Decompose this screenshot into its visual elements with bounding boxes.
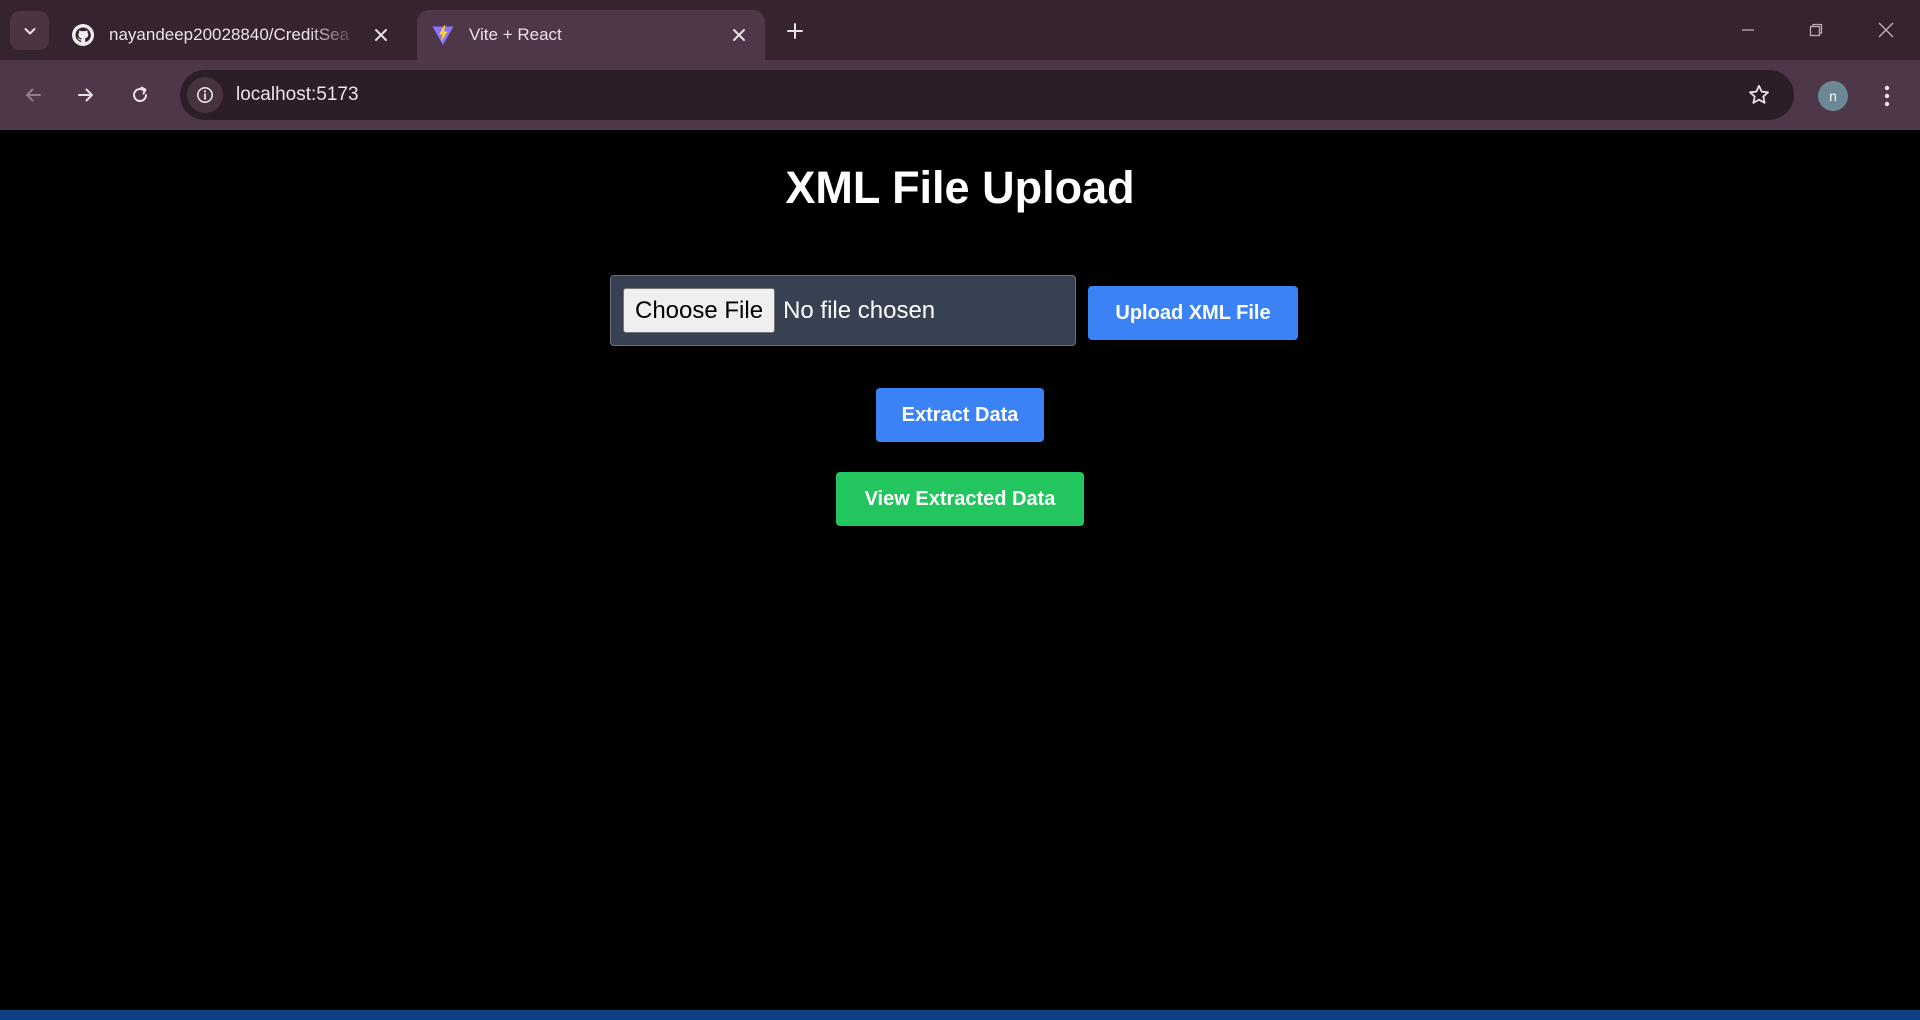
chevron-down-icon <box>22 23 38 39</box>
choose-file-button[interactable]: Choose File <box>623 288 776 333</box>
tab-title: Vite + React <box>469 25 562 44</box>
bookmark-button[interactable] <box>1746 82 1772 108</box>
arrow-right-icon <box>76 85 96 105</box>
star-icon <box>1747 83 1771 107</box>
minimize-icon <box>1740 22 1756 38</box>
url-text[interactable]: localhost:5173 <box>236 84 359 106</box>
new-tab-button[interactable] <box>780 16 810 46</box>
xml-file-input[interactable]: Choose File No file chosen <box>610 275 1076 346</box>
vite-icon <box>431 23 455 47</box>
close-icon <box>1877 21 1895 39</box>
github-icon <box>71 23 95 47</box>
close-tab-icon[interactable] <box>725 21 753 49</box>
tab-github[interactable]: nayandeep20028840/CreditSea <box>57 10 407 60</box>
browser-menu-button[interactable] <box>1872 80 1902 112</box>
file-status-text: No file chosen <box>783 296 936 324</box>
reload-icon <box>130 85 150 105</box>
arrow-left-icon <box>23 85 43 105</box>
upload-xml-button[interactable]: Upload XML File <box>1088 286 1298 340</box>
site-info-button[interactable] <box>187 77 223 113</box>
restore-icon <box>1808 22 1824 38</box>
reload-button[interactable] <box>122 77 158 113</box>
forward-button[interactable] <box>68 77 104 113</box>
page-title: XML File Upload <box>785 162 1135 213</box>
back-button[interactable] <box>15 77 51 113</box>
extract-data-button[interactable]: Extract Data <box>876 388 1044 442</box>
profile-avatar[interactable]: n <box>1818 81 1848 111</box>
restore-button[interactable] <box>1800 14 1832 46</box>
minimize-button[interactable] <box>1732 14 1764 46</box>
info-icon <box>196 86 214 104</box>
tab-title: nayandeep20028840/CreditSea <box>109 25 350 44</box>
more-vertical-icon <box>1884 85 1890 107</box>
tab-search-button[interactable] <box>10 11 49 50</box>
plus-icon <box>786 22 804 40</box>
tab-strip: nayandeep20028840/CreditSea Vite + React <box>0 0 1920 60</box>
page-content: XML File Upload Choose File No file chos… <box>0 130 1920 1010</box>
view-extracted-data-button[interactable]: View Extracted Data <box>836 472 1084 526</box>
tab-vite-react[interactable]: Vite + React <box>417 10 765 60</box>
close-tab-icon[interactable] <box>367 21 395 49</box>
close-window-button[interactable] <box>1870 14 1902 46</box>
address-bar[interactable]: localhost:5173 <box>180 70 1794 120</box>
taskbar-edge <box>0 1010 1920 1020</box>
browser-toolbar: localhost:5173 n <box>0 60 1920 130</box>
